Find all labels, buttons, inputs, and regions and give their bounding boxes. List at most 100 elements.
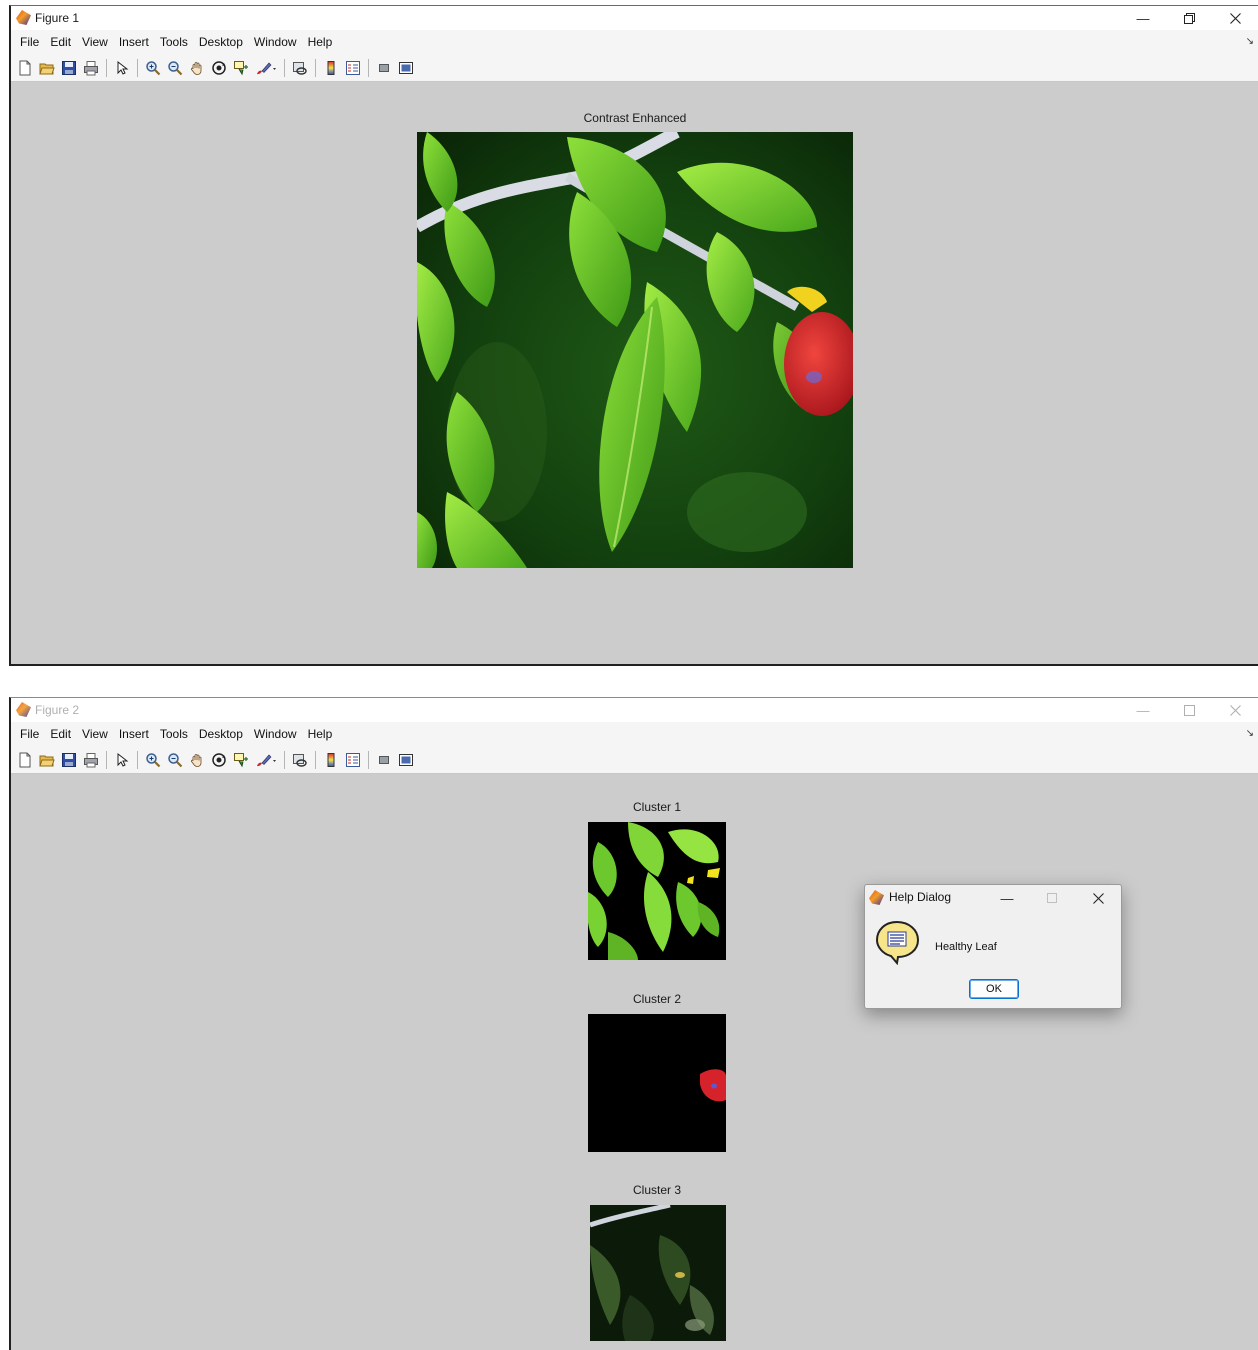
zoom-out-button[interactable] xyxy=(166,751,184,769)
help-dialog-title: Help Dialog xyxy=(889,890,952,904)
menu-desktop[interactable]: Desktop xyxy=(199,727,243,741)
menu-view[interactable]: View xyxy=(82,727,108,741)
minimize-button[interactable]: — xyxy=(993,887,1021,909)
menu-help[interactable]: Help xyxy=(308,727,333,741)
menu-tools[interactable]: Tools xyxy=(160,727,188,741)
close-button[interactable] xyxy=(1212,698,1258,722)
close-button[interactable] xyxy=(1212,6,1258,30)
menu-edit[interactable]: Edit xyxy=(50,35,71,49)
save-icon xyxy=(62,752,76,767)
colorbar-button[interactable] xyxy=(322,751,340,769)
print-button[interactable] xyxy=(82,59,100,77)
menu-desktop[interactable]: Desktop xyxy=(199,35,243,49)
legend-icon xyxy=(346,752,360,767)
hide-plot-tools-icon xyxy=(379,755,389,764)
rotate-3d-button[interactable] xyxy=(210,751,228,769)
axes-title-cluster-3: Cluster 3 xyxy=(632,1183,682,1197)
save-icon xyxy=(62,60,76,75)
link-plot-button[interactable] xyxy=(291,59,309,77)
toolbar-separator xyxy=(315,58,316,77)
brush-button[interactable] xyxy=(254,751,278,769)
menu-insert[interactable]: Insert xyxy=(119,727,149,741)
show-plot-tools-button[interactable] xyxy=(397,751,415,769)
zoom-in-button[interactable] xyxy=(144,59,162,77)
restore-button[interactable] xyxy=(1166,6,1212,30)
toolbar-separator xyxy=(137,750,138,769)
figure-1-title: Figure 1 xyxy=(35,11,80,25)
colorbar-button[interactable] xyxy=(322,59,340,77)
open-file-button[interactable] xyxy=(38,59,56,77)
zoom-in-icon xyxy=(146,752,161,767)
toolbar-separator xyxy=(368,750,369,769)
rotate-3d-button[interactable] xyxy=(210,59,228,77)
figure-2-title: Figure 2 xyxy=(35,703,80,717)
menu-help[interactable]: Help xyxy=(308,35,333,49)
new-figure-icon xyxy=(19,752,31,767)
matlab-icon xyxy=(16,10,31,25)
hide-plot-tools-button[interactable] xyxy=(375,59,393,77)
figure-1-titlebar[interactable]: Figure 1 — xyxy=(11,6,1258,30)
rotate-3d-icon xyxy=(212,60,226,75)
show-plot-tools-icon xyxy=(399,61,413,74)
link-plot-button[interactable] xyxy=(291,751,309,769)
close-icon xyxy=(1092,892,1104,904)
help-dialog-titlebar[interactable]: Help Dialog — xyxy=(865,885,1121,911)
maximize-button[interactable] xyxy=(1166,698,1212,722)
menu-edit[interactable]: Edit xyxy=(50,727,71,741)
menu-file[interactable]: File xyxy=(20,727,39,741)
data-cursor-button[interactable] xyxy=(232,751,250,769)
toolbar-separator xyxy=(137,58,138,77)
new-figure-button[interactable] xyxy=(16,59,34,77)
hide-plot-tools-icon xyxy=(379,63,389,72)
colorbar-icon xyxy=(327,60,335,75)
legend-icon xyxy=(346,60,360,75)
minimize-button[interactable]: — xyxy=(1120,698,1166,722)
hide-plot-tools-button[interactable] xyxy=(375,751,393,769)
save-button[interactable] xyxy=(60,751,78,769)
menu-tools[interactable]: Tools xyxy=(160,35,188,49)
dock-arrow-icon[interactable]: ↘ xyxy=(1246,728,1254,739)
save-button[interactable] xyxy=(60,59,78,77)
menu-window[interactable]: Window xyxy=(254,35,297,49)
print-button[interactable] xyxy=(82,751,100,769)
close-button[interactable] xyxy=(1084,887,1112,909)
zoom-out-button[interactable] xyxy=(166,59,184,77)
new-figure-button[interactable] xyxy=(16,751,34,769)
ok-button[interactable]: OK xyxy=(969,979,1019,999)
matlab-icon xyxy=(869,890,884,905)
figure-2-titlebar[interactable]: Figure 2 — xyxy=(11,698,1258,722)
show-plot-tools-button[interactable] xyxy=(397,59,415,77)
toolbar-separator xyxy=(284,750,285,769)
new-figure-icon xyxy=(19,60,31,75)
zoom-in-button[interactable] xyxy=(144,751,162,769)
menu-view[interactable]: View xyxy=(82,35,108,49)
pan-icon xyxy=(191,753,202,767)
figure-1-window: Figure 1 — File Edit View Insert Tools D… xyxy=(9,5,1258,666)
pan-button[interactable] xyxy=(188,751,206,769)
menu-file[interactable]: File xyxy=(20,35,39,49)
figure-2-menubar: File Edit View Insert Tools Desktop Wind… xyxy=(11,722,1258,746)
axes-title-cluster-2: Cluster 2 xyxy=(632,992,682,1006)
brush-button[interactable] xyxy=(254,59,278,77)
help-bubble-icon xyxy=(875,919,921,970)
toolbar-separator xyxy=(106,58,107,77)
dock-arrow-icon[interactable]: ↘ xyxy=(1246,36,1254,47)
brush-icon xyxy=(257,754,276,766)
pan-button[interactable] xyxy=(188,59,206,77)
open-file-icon xyxy=(39,755,55,766)
edit-plot-button[interactable] xyxy=(113,751,131,769)
edit-plot-button[interactable] xyxy=(113,59,131,77)
legend-button[interactable] xyxy=(344,59,362,77)
figure-2-window: Figure 2 — File Edit View Insert Tools D… xyxy=(9,697,1258,1350)
menu-window[interactable]: Window xyxy=(254,727,297,741)
maximize-button xyxy=(1038,887,1066,909)
zoom-in-icon xyxy=(146,60,161,75)
data-cursor-button[interactable] xyxy=(232,59,250,77)
matlab-icon xyxy=(16,702,31,717)
figure-1-menubar: File Edit View Insert Tools Desktop Wind… xyxy=(11,30,1258,54)
open-file-button[interactable] xyxy=(38,751,56,769)
minimize-button[interactable]: — xyxy=(1120,6,1166,30)
legend-button[interactable] xyxy=(344,751,362,769)
menu-insert[interactable]: Insert xyxy=(119,35,149,49)
open-file-icon xyxy=(39,63,55,74)
